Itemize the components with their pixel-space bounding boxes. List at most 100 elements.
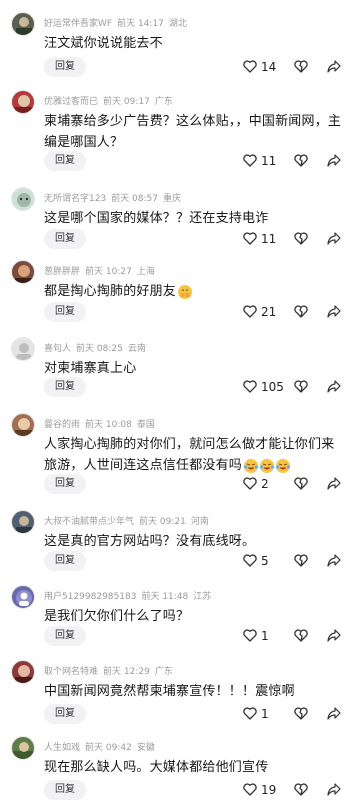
like-button[interactable]: 11 <box>243 151 283 171</box>
share-icon <box>327 629 341 642</box>
comment-text: 对柬埔寨真上心 <box>44 361 137 376</box>
share-icon <box>327 154 341 167</box>
reply-button[interactable]: 回复 <box>44 626 86 646</box>
reply-button[interactable]: 回复 <box>44 551 86 571</box>
share-icon <box>327 232 341 245</box>
comment-text: 现在那么缺人吗。大媒体都给他们宣传 <box>44 760 269 775</box>
dislike-button[interactable] <box>294 151 308 171</box>
share-button[interactable] <box>327 377 341 397</box>
comment-meta: 取个网名特难 前天 12:29 广东 <box>44 664 178 677</box>
share-icon <box>327 380 341 393</box>
broken-heart-icon <box>294 232 308 245</box>
username[interactable]: 大叔不油腻带点少年气 <box>44 517 134 527</box>
avatar[interactable] <box>11 660 35 684</box>
avatar[interactable] <box>11 12 35 36</box>
avatar[interactable] <box>11 413 35 437</box>
avatar[interactable] <box>11 260 35 284</box>
broken-heart-icon <box>294 783 308 796</box>
broken-heart-icon <box>294 60 308 73</box>
reply-button[interactable]: 回复 <box>44 704 86 724</box>
avatar[interactable] <box>11 585 35 609</box>
reply-button[interactable]: 回复 <box>44 377 86 397</box>
username[interactable]: 葱胖胖胖 <box>44 267 80 277</box>
comment-list: 好运常伴吾家WF 前天 14:17 湖北 汪文斌你说说能去不 回复 14 优雅过客而… <box>0 0 358 800</box>
heart-icon <box>243 232 257 245</box>
comment-meta: 优雅过客而已 前天 09:17 广东 <box>44 94 178 107</box>
dislike-button[interactable] <box>294 474 308 494</box>
username[interactable]: 人生如戏 <box>44 743 80 753</box>
broken-heart-icon <box>294 629 308 642</box>
share-button[interactable] <box>327 626 341 646</box>
comment-meta: 用户5129982985183 前天 11:48 江苏 <box>44 589 216 602</box>
avatar[interactable] <box>11 736 35 760</box>
share-button[interactable] <box>327 229 341 249</box>
username[interactable]: 取个网名特难 <box>44 667 98 677</box>
username[interactable]: 曼谷的雨 <box>44 420 80 430</box>
share-button[interactable] <box>327 551 341 571</box>
location: 湖北 <box>168 19 187 29</box>
like-button[interactable]: 2 <box>243 474 283 494</box>
comment-meta: 人生如戏 前天 09:42 安徽 <box>44 740 160 753</box>
reply-button[interactable]: 回复 <box>44 151 86 171</box>
share-button[interactable] <box>327 474 341 494</box>
avatar[interactable] <box>11 337 35 361</box>
username[interactable]: 优雅过客而已 <box>44 97 98 107</box>
like-button[interactable]: 21 <box>243 302 283 322</box>
username[interactable]: 喜句人 <box>44 344 71 354</box>
avatar[interactable] <box>11 510 35 534</box>
reply-button[interactable]: 回复 <box>44 780 86 800</box>
like-button[interactable]: 105 <box>243 377 284 397</box>
dislike-button[interactable] <box>294 626 308 646</box>
reply-button[interactable]: 回复 <box>44 302 86 322</box>
dislike-button[interactable] <box>294 551 308 571</box>
location: 云南 <box>127 344 146 354</box>
share-button[interactable] <box>327 780 341 800</box>
like-button[interactable]: 19 <box>243 780 283 800</box>
broken-heart-icon <box>294 305 308 318</box>
like-count: 5 <box>261 554 269 568</box>
location: 广东 <box>154 667 173 677</box>
share-button[interactable] <box>327 151 341 171</box>
share-icon <box>327 783 341 796</box>
like-button[interactable]: 11 <box>243 229 283 249</box>
timestamp: 前天 12:29 <box>103 667 150 677</box>
comment-text: 是我们欠你们什么了吗？ <box>44 609 190 624</box>
location: 重庆 <box>163 194 182 204</box>
timestamp: 前天 09:42 <box>85 743 132 753</box>
share-button[interactable] <box>327 57 341 77</box>
reply-button[interactable]: 回复 <box>44 229 86 249</box>
comment-text: 人家掏心掏肺的对你们，就问怎么做才能让你们来旅游，人世间连这点信任都没有吗 <box>44 434 344 476</box>
location: 上海 <box>136 267 155 277</box>
comment-meta: 喜句人 前天 08:25 云南 <box>44 341 151 354</box>
like-button[interactable]: 1 <box>243 626 283 646</box>
dislike-button[interactable] <box>294 302 308 322</box>
share-button[interactable] <box>327 302 341 322</box>
reply-button[interactable]: 回复 <box>44 57 86 77</box>
like-button[interactable]: 14 <box>243 57 283 77</box>
heart-icon <box>243 154 257 167</box>
broken-heart-icon <box>294 477 308 490</box>
timestamp: 前天 09:21 <box>139 517 186 527</box>
dislike-button[interactable] <box>294 57 308 77</box>
username[interactable]: 无所谓名字123 <box>44 194 106 204</box>
like-button[interactable]: 5 <box>243 551 283 571</box>
location: 泰国 <box>136 420 155 430</box>
heart-icon <box>243 707 257 720</box>
heart-icon <box>243 380 257 393</box>
reply-button[interactable]: 回复 <box>44 474 86 494</box>
comment-text: 柬埔寨给多少广告费？这么体贴，，中国新闻网，主编是哪国人？ <box>44 114 342 150</box>
dislike-button[interactable] <box>294 704 308 724</box>
broken-heart-icon <box>294 154 308 167</box>
heart-icon <box>243 60 257 73</box>
avatar[interactable] <box>11 187 35 211</box>
comment-meta: 无所谓名字123 前天 08:57 重庆 <box>44 191 186 204</box>
dislike-button[interactable] <box>294 229 308 249</box>
laughing-crying-emoji-icon <box>243 458 291 473</box>
dislike-button[interactable] <box>294 780 308 800</box>
share-button[interactable] <box>327 704 341 724</box>
avatar[interactable] <box>11 90 35 114</box>
like-button[interactable]: 1 <box>243 704 283 724</box>
username[interactable]: 用户5129982985183 <box>44 592 136 602</box>
dislike-button[interactable] <box>294 377 308 397</box>
username[interactable]: 好运常伴吾家WF <box>44 19 112 29</box>
